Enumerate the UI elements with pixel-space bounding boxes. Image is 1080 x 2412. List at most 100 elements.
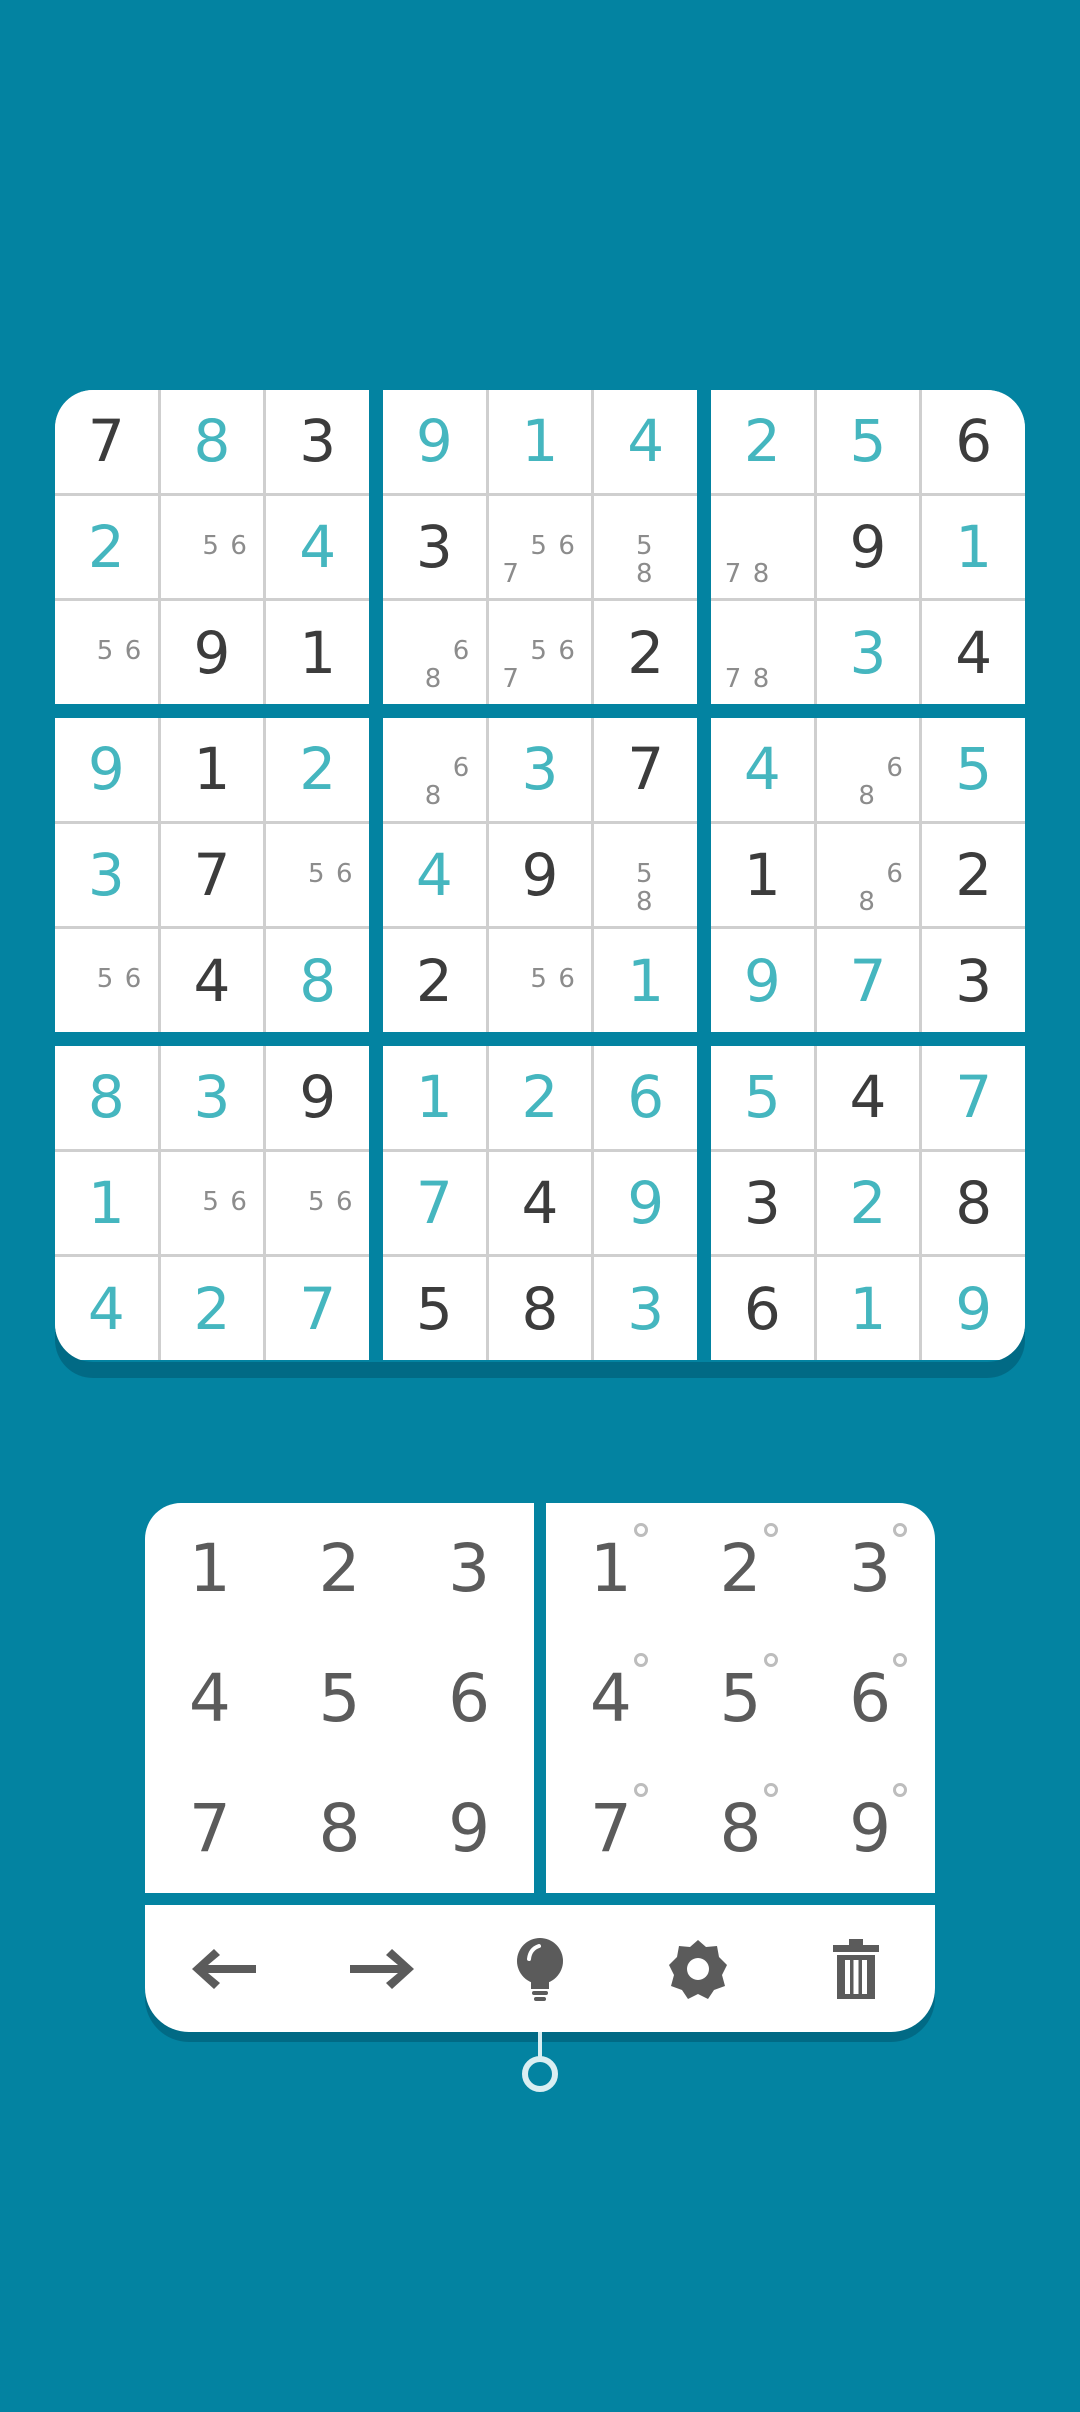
- drawer-handle[interactable]: [522, 2056, 558, 2092]
- number-key[interactable]: 9: [404, 1763, 534, 1893]
- sudoku-cell[interactable]: 4: [816, 1046, 920, 1149]
- sudoku-cell[interactable]: 8: [55, 1046, 158, 1149]
- sudoku-cell[interactable]: 7: [922, 1046, 1025, 1149]
- sudoku-cell[interactable]: 7: [594, 718, 697, 821]
- sudoku-cell[interactable]: 2: [594, 601, 697, 704]
- sudoku-cell[interactable]: 9: [55, 718, 158, 821]
- sudoku-cell[interactable]: 78: [711, 495, 814, 599]
- sudoku-cell[interactable]: 2: [816, 1151, 920, 1255]
- sudoku-cell[interactable]: 2: [488, 1046, 592, 1149]
- number-key[interactable]: 3: [404, 1503, 534, 1633]
- sudoku-cell[interactable]: 9: [922, 1257, 1025, 1360]
- sudoku-cell[interactable]: 9: [488, 823, 592, 927]
- sudoku-cell[interactable]: 9: [711, 929, 814, 1032]
- note-key[interactable]: 4: [546, 1633, 676, 1763]
- sudoku-cell[interactable]: 2: [711, 390, 814, 493]
- sudoku-cell[interactable]: 56: [266, 823, 369, 927]
- sudoku-cell[interactable]: 9: [160, 601, 264, 704]
- sudoku-cell[interactable]: 3: [594, 1257, 697, 1360]
- note-key[interactable]: 6: [805, 1633, 935, 1763]
- sudoku-cell[interactable]: 7: [266, 1257, 369, 1360]
- note-key[interactable]: 1: [546, 1503, 676, 1633]
- sudoku-cell[interactable]: 2: [383, 929, 486, 1032]
- sudoku-cell[interactable]: 56 7: [488, 495, 592, 599]
- sudoku-cell[interactable]: 58: [594, 823, 697, 927]
- note-key[interactable]: 5: [676, 1633, 806, 1763]
- sudoku-cell[interactable]: 3: [711, 1151, 814, 1255]
- sudoku-cell[interactable]: 3: [816, 601, 920, 704]
- sudoku-cell[interactable]: 3: [55, 823, 158, 927]
- note-key[interactable]: 7: [546, 1763, 676, 1893]
- redo-button[interactable]: [303, 1905, 461, 2032]
- sudoku-cell[interactable]: 6: [711, 1257, 814, 1360]
- sudoku-cell[interactable]: 7: [816, 929, 920, 1032]
- sudoku-cell[interactable]: 2: [922, 823, 1025, 927]
- sudoku-cell[interactable]: 8: [488, 1257, 592, 1360]
- sudoku-cell[interactable]: 5: [922, 718, 1025, 821]
- settings-button[interactable]: [619, 1905, 777, 2032]
- sudoku-cell[interactable]: 4: [711, 718, 814, 821]
- sudoku-cell[interactable]: 1: [55, 1151, 158, 1255]
- sudoku-cell[interactable]: 1: [383, 1046, 486, 1149]
- sudoku-cell[interactable]: 1: [711, 823, 814, 927]
- sudoku-cell[interactable]: 9: [266, 1046, 369, 1149]
- number-key[interactable]: 8: [275, 1763, 405, 1893]
- sudoku-cell[interactable]: 56: [55, 601, 158, 704]
- sudoku-cell[interactable]: 4: [160, 929, 264, 1032]
- number-key[interactable]: 7: [145, 1763, 275, 1893]
- sudoku-cell[interactable]: 9: [816, 495, 920, 599]
- sudoku-cell[interactable]: 4: [266, 495, 369, 599]
- note-key[interactable]: 2: [676, 1503, 806, 1633]
- sudoku-cell[interactable]: 6: [922, 390, 1025, 493]
- sudoku-cell[interactable]: 8: [922, 1151, 1025, 1255]
- note-key[interactable]: 3: [805, 1503, 935, 1633]
- sudoku-cell[interactable]: 3: [160, 1046, 264, 1149]
- sudoku-cell[interactable]: 1: [266, 601, 369, 704]
- clear-button[interactable]: [777, 1905, 935, 2032]
- sudoku-cell[interactable]: 5: [816, 390, 920, 493]
- sudoku-cell[interactable]: 9: [594, 1151, 697, 1255]
- sudoku-cell[interactable]: 9: [383, 390, 486, 493]
- sudoku-cell[interactable]: 1: [160, 718, 264, 821]
- sudoku-cell[interactable]: 5: [383, 1257, 486, 1360]
- sudoku-cell[interactable]: 4: [594, 390, 697, 493]
- sudoku-cell[interactable]: 4: [55, 1257, 158, 1360]
- sudoku-cell[interactable]: 1: [816, 1257, 920, 1360]
- sudoku-cell[interactable]: 7: [160, 823, 264, 927]
- sudoku-cell[interactable]: 3: [922, 929, 1025, 1032]
- sudoku-cell[interactable]: 1: [594, 929, 697, 1032]
- sudoku-cell[interactable]: 4: [488, 1151, 592, 1255]
- sudoku-cell[interactable]: 58: [594, 495, 697, 599]
- sudoku-cell[interactable]: 8: [160, 390, 264, 493]
- sudoku-cell[interactable]: 3: [266, 390, 369, 493]
- sudoku-cell[interactable]: 7: [55, 390, 158, 493]
- undo-button[interactable]: [145, 1905, 303, 2032]
- number-key[interactable]: 1: [145, 1503, 275, 1633]
- sudoku-cell[interactable]: 2: [55, 495, 158, 599]
- sudoku-cell[interactable]: 78: [711, 601, 814, 704]
- sudoku-cell[interactable]: 56: [55, 929, 158, 1032]
- sudoku-cell[interactable]: 56: [160, 1151, 264, 1255]
- number-key[interactable]: 5: [275, 1633, 405, 1763]
- note-key[interactable]: 9: [805, 1763, 935, 1893]
- sudoku-cell[interactable]: 68: [383, 718, 486, 821]
- sudoku-cell[interactable]: 3: [383, 495, 486, 599]
- hint-button[interactable]: [461, 1905, 619, 2032]
- note-key[interactable]: 8: [676, 1763, 806, 1893]
- sudoku-cell[interactable]: 56 7: [488, 601, 592, 704]
- sudoku-cell[interactable]: 1: [922, 495, 1025, 599]
- sudoku-cell[interactable]: 6: [594, 1046, 697, 1149]
- sudoku-cell[interactable]: 2: [160, 1257, 264, 1360]
- sudoku-cell[interactable]: 56: [160, 495, 264, 599]
- sudoku-cell[interactable]: 5: [711, 1046, 814, 1149]
- sudoku-cell[interactable]: 1: [488, 390, 592, 493]
- sudoku-cell[interactable]: 4: [922, 601, 1025, 704]
- sudoku-cell[interactable]: 2: [266, 718, 369, 821]
- number-key[interactable]: 4: [145, 1633, 275, 1763]
- sudoku-cell[interactable]: 3: [488, 718, 592, 821]
- sudoku-cell[interactable]: 68: [816, 718, 920, 821]
- sudoku-cell[interactable]: 8: [266, 929, 369, 1032]
- sudoku-cell[interactable]: 56: [488, 929, 592, 1032]
- sudoku-cell[interactable]: 7: [383, 1151, 486, 1255]
- number-key[interactable]: 6: [404, 1633, 534, 1763]
